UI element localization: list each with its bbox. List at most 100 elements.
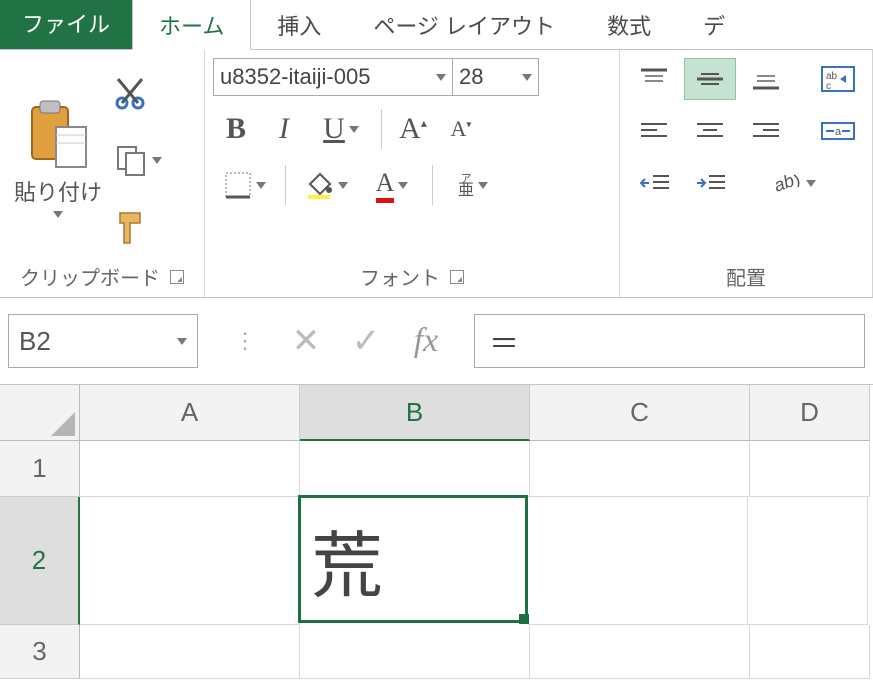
tab-insert[interactable]: 挿入: [251, 0, 347, 49]
cell-C3[interactable]: [530, 625, 750, 679]
align-center-button[interactable]: [684, 110, 736, 152]
font-size-combo[interactable]: 28: [453, 58, 539, 96]
group-font-label: フォント: [360, 262, 440, 291]
font-size-value: 28: [459, 64, 483, 90]
chevron-down-icon: [53, 211, 63, 218]
dialog-launcher-font[interactable]: [450, 270, 464, 284]
cell-A3[interactable]: [80, 625, 300, 679]
increase-indent-button[interactable]: [684, 162, 736, 204]
tab-formulas[interactable]: 数式: [581, 0, 677, 49]
column-headers: A B C D: [0, 385, 873, 441]
ribbon: 貼り付け: [0, 50, 873, 298]
bold-button[interactable]: B: [213, 106, 259, 152]
format-painter-button[interactable]: [114, 209, 162, 247]
align-top-icon: [639, 66, 669, 92]
increase-indent-icon: [693, 170, 727, 196]
shrink-font-button[interactable]: A▾: [438, 110, 484, 148]
cell-D3[interactable]: [750, 625, 870, 679]
col-header-C[interactable]: C: [530, 385, 750, 441]
cut-button[interactable]: [114, 77, 162, 111]
copy-button[interactable]: [114, 143, 162, 177]
wrap-text-icon: abc: [820, 65, 856, 93]
chevron-down-icon: [806, 180, 816, 187]
cancel-button[interactable]: ✕: [276, 314, 336, 368]
align-top-button[interactable]: [628, 58, 680, 100]
orientation-button[interactable]: ab: [768, 162, 820, 204]
grow-font-button[interactable]: A▴: [390, 110, 436, 148]
align-bottom-button[interactable]: [740, 58, 792, 100]
font-name-combo[interactable]: u8352-itaiji-005: [213, 58, 453, 96]
separator: [381, 109, 382, 149]
font-color-button[interactable]: A: [360, 162, 424, 208]
separator: [432, 165, 433, 205]
align-center-icon: [695, 118, 725, 144]
brush-icon: [114, 209, 148, 247]
select-all-corner[interactable]: [0, 385, 80, 441]
cell-D2[interactable]: [748, 497, 868, 625]
row-3: 3: [0, 625, 873, 679]
align-middle-icon: [695, 66, 725, 92]
tab-more[interactable]: デ: [677, 0, 751, 49]
scissors-icon: [114, 77, 148, 111]
shrink-font-icon: A▾: [451, 116, 472, 142]
paste-icon: [26, 99, 90, 171]
align-right-icon: [751, 118, 781, 144]
cell-B2[interactable]: 荒: [298, 495, 528, 623]
name-box[interactable]: B2: [8, 314, 198, 368]
cell-C2[interactable]: [528, 497, 748, 625]
group-alignment: abc a: [620, 50, 873, 297]
chevron-down-icon: [256, 182, 266, 189]
underline-button[interactable]: U: [309, 106, 373, 152]
fill-color-button[interactable]: [294, 162, 358, 208]
group-alignment-label: 配置: [726, 262, 766, 291]
align-bottom-icon: [751, 66, 781, 92]
tab-file[interactable]: ファイル: [0, 0, 132, 49]
cell-C1[interactable]: [530, 441, 750, 497]
wrap-text-button[interactable]: abc: [812, 58, 864, 100]
formula-input[interactable]: ＝: [474, 314, 865, 368]
chevron-down-icon: [398, 182, 408, 189]
col-header-B[interactable]: B: [300, 385, 530, 441]
cell-B3[interactable]: [300, 625, 530, 679]
merge-center-button[interactable]: a: [812, 110, 864, 152]
phonetic-icon: ア亜: [458, 173, 474, 198]
merge-icon: a: [820, 117, 856, 145]
formula-bar: B2 ⋮ ✕ ✓ fx ＝: [0, 298, 873, 385]
cell-B1[interactable]: [300, 441, 530, 497]
align-left-button[interactable]: [628, 110, 680, 152]
border-icon: [224, 171, 252, 199]
row-header-2[interactable]: 2: [0, 497, 80, 625]
row-header-3[interactable]: 3: [0, 625, 80, 679]
grow-font-icon: A▴: [399, 112, 427, 146]
border-button[interactable]: [213, 162, 277, 208]
check-icon: ✓: [352, 321, 381, 361]
formula-menu-button[interactable]: ⋮: [216, 314, 276, 368]
enter-button[interactable]: ✓: [336, 314, 396, 368]
group-clipboard-label: クリップボード: [20, 262, 160, 291]
orientation-icon: ab: [772, 169, 802, 197]
col-header-A[interactable]: A: [80, 385, 300, 441]
chevron-down-icon: [338, 182, 348, 189]
cell-D1[interactable]: [750, 441, 870, 497]
chevron-down-icon: [478, 182, 488, 189]
tab-home[interactable]: ホーム: [132, 0, 251, 50]
cell-A2[interactable]: [80, 497, 300, 625]
tab-page-layout[interactable]: ページ レイアウト: [347, 0, 581, 49]
paste-button[interactable]: 貼り付け: [8, 58, 108, 258]
align-middle-button[interactable]: [684, 58, 736, 100]
row-2: 2 荒: [0, 497, 873, 625]
row-header-1[interactable]: 1: [0, 441, 80, 497]
italic-button[interactable]: I: [261, 106, 307, 152]
cell-A1[interactable]: [80, 441, 300, 497]
chevron-down-icon: [522, 74, 532, 81]
align-right-button[interactable]: [740, 110, 792, 152]
decrease-indent-icon: [637, 170, 671, 196]
spreadsheet-grid: A B C D 1 2 荒 3: [0, 385, 873, 679]
decrease-indent-button[interactable]: [628, 162, 680, 204]
paste-label: 貼り付け: [14, 175, 102, 207]
dialog-launcher-clipboard[interactable]: [170, 270, 184, 284]
phonetic-button[interactable]: ア亜: [441, 162, 505, 208]
col-header-D[interactable]: D: [750, 385, 870, 441]
insert-function-button[interactable]: fx: [396, 314, 456, 368]
bucket-icon: [304, 170, 334, 200]
